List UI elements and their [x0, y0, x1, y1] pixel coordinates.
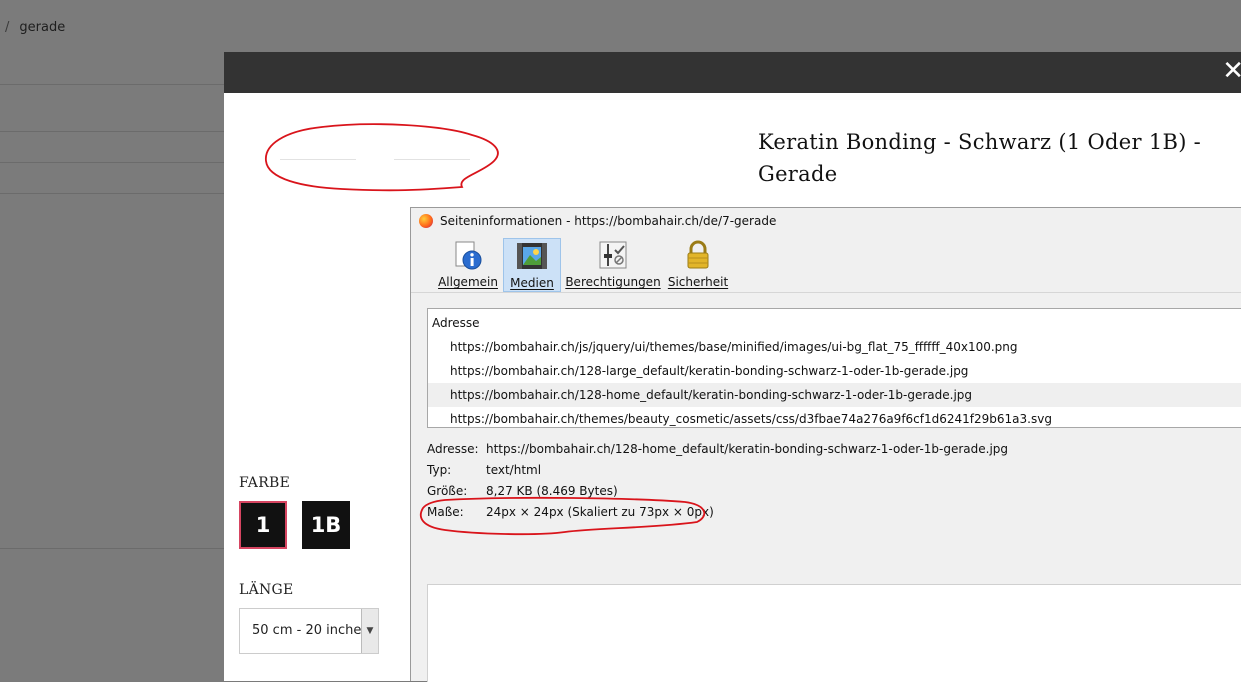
tab-label: Berechtigungen — [565, 275, 661, 289]
firefox-icon — [419, 214, 433, 228]
table-row[interactable]: https://bombahair.ch/js/jquery/ui/themes… — [428, 335, 1241, 359]
toolbar-divider — [411, 292, 1241, 293]
page-info-window: Seiteninformationen - https://bombahair.… — [410, 207, 1241, 682]
media-preview-area — [427, 584, 1241, 682]
info-icon — [452, 240, 484, 270]
media-table[interactable]: Adresse https://bombahair.ch/js/jquery/u… — [427, 308, 1241, 428]
product-title: Keratin Bonding - Schwarz (1 Oder 1B) - … — [758, 130, 1202, 186]
annotation-ellipse — [265, 123, 499, 192]
breadcrumb: / gerade — [0, 20, 65, 35]
color-swatch-1b[interactable]: 1B — [302, 501, 350, 549]
page-info-toolbar: Allgemein Medien Berechtigungen Sicherhe… — [411, 234, 1241, 292]
permissions-icon — [597, 240, 629, 270]
lock-icon — [682, 240, 714, 270]
thumbnail-placeholder[interactable] — [280, 159, 356, 160]
divider — [0, 162, 224, 163]
table-row-selected[interactable]: https://bombahair.ch/128-home_default/ke… — [428, 383, 1241, 407]
length-select-value: 50 cm - 20 inches — [252, 623, 369, 638]
divider — [0, 84, 224, 85]
detail-value: 24px × 24px (Skaliert zu 73px × 0px) — [486, 505, 714, 519]
detail-label: Adresse: — [427, 442, 479, 456]
detail-value: https://bombahair.ch/128-home_default/ke… — [486, 442, 1009, 456]
length-label: LÄNGE — [239, 582, 294, 598]
detail-label: Typ: — [427, 463, 452, 477]
column-header-address[interactable]: Adresse — [432, 316, 480, 330]
close-icon[interactable]: ✕ — [1222, 56, 1241, 86]
tab-label: Medien — [510, 276, 554, 290]
breadcrumb-current[interactable]: gerade — [19, 20, 65, 35]
color-label: FARBE — [239, 475, 291, 491]
divider — [0, 131, 224, 132]
table-row[interactable]: https://bombahair.ch/themes/beauty_cosme… — [428, 407, 1241, 427]
tab-label: Sicherheit — [667, 275, 729, 289]
detail-value: 8,27 KB (8.469 Bytes) — [486, 484, 618, 498]
tab-medien[interactable]: Medien — [503, 238, 561, 292]
color-swatch-1[interactable]: 1 — [239, 501, 287, 549]
modal-header: ✕ — [224, 52, 1241, 93]
tab-allgemein[interactable]: Allgemein — [438, 238, 498, 292]
chevron-down-icon[interactable]: ▼ — [361, 609, 378, 653]
divider — [0, 193, 224, 194]
divider — [0, 548, 224, 549]
tab-label: Allgemein — [438, 275, 498, 289]
background-topbar: / gerade — [0, 0, 1241, 52]
tab-sicherheit[interactable]: Sicherheit — [667, 238, 729, 292]
breadcrumb-separator: / — [5, 20, 10, 35]
table-row[interactable]: https://bombahair.ch/128-large_default/k… — [428, 359, 1241, 383]
length-select[interactable]: 50 cm - 20 inches ▼ — [239, 608, 379, 654]
media-icon — [516, 241, 548, 271]
background-left-panel — [0, 52, 224, 681]
detail-value: text/html — [486, 463, 542, 477]
window-title: Seiteninformationen - https://bombahair.… — [419, 214, 776, 228]
tab-berechtigungen[interactable]: Berechtigungen — [565, 238, 661, 292]
detail-label: Größe: — [427, 484, 468, 498]
window-title-text: Seiteninformationen - https://bombahair.… — [440, 214, 777, 228]
detail-label: Maße: — [427, 505, 464, 519]
thumbnail-placeholder[interactable] — [394, 159, 470, 160]
